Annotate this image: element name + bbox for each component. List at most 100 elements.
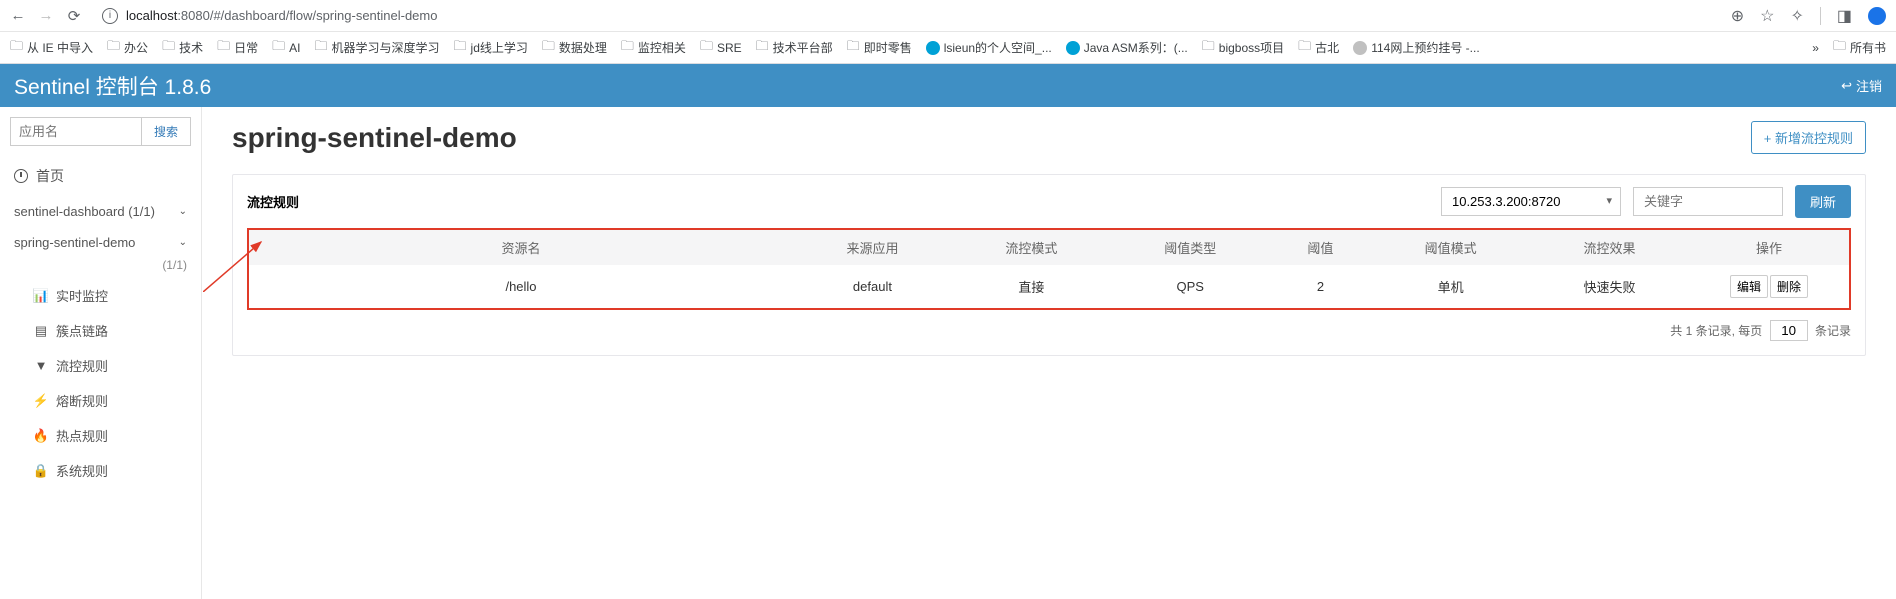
- bookmarks-bar: 🗀从 IE 中导入 🗀办公 🗀技术 🗀日常 🗀AI 🗀机器学习与深度学习 🗀jd…: [0, 32, 1896, 64]
- folder-icon: 🗀: [847, 37, 860, 59]
- main-content: spring-sentinel-demo + 新增流控规则 流控规则 10.25…: [202, 107, 1896, 599]
- cell-ops: 编辑删除: [1689, 265, 1849, 308]
- folder-icon: 🗀: [1298, 37, 1311, 59]
- flow-rule-panel: 流控规则 10.253.3.200:8720 刷新 资源名 来: [232, 174, 1866, 356]
- folder-icon: 🗀: [1833, 37, 1846, 59]
- bookmark-item[interactable]: 🗀机器学习与深度学习: [314, 37, 439, 59]
- bookmark-item[interactable]: 🗀从 IE 中导入: [10, 37, 93, 59]
- bookmark-item[interactable]: Java ASM系列：(...: [1066, 39, 1188, 56]
- submenu-system[interactable]: 🔒系统规则: [0, 453, 201, 488]
- machine-select[interactable]: 10.253.3.200:8720: [1441, 187, 1621, 216]
- sidepanel-icon[interactable]: ◨: [1837, 6, 1852, 26]
- star-icon[interactable]: ☆: [1760, 6, 1774, 26]
- bookmark-item[interactable]: 🗀监控相关: [621, 37, 686, 59]
- page-size-input[interactable]: [1770, 320, 1808, 341]
- bookmark-item[interactable]: 🗀SRE: [700, 37, 742, 59]
- sidebar-app-demo[interactable]: spring-sentinel-demo ⌄: [0, 227, 201, 258]
- col-ops: 操作: [1689, 230, 1849, 265]
- submenu-realtime[interactable]: 📊实时监控: [0, 278, 201, 313]
- profile-icon[interactable]: [1868, 7, 1886, 25]
- bookmark-item[interactable]: 🗀技术平台部: [756, 37, 833, 59]
- submenu-degrade[interactable]: ⚡熔断规则: [0, 383, 201, 418]
- refresh-button[interactable]: 刷新: [1795, 185, 1851, 218]
- sidebar-app-demo-count: (1/1): [0, 258, 201, 278]
- lock-icon: 🔒: [34, 463, 48, 479]
- search-input[interactable]: [11, 118, 141, 145]
- panel-title: 流控规则: [247, 192, 299, 211]
- search-button[interactable]: 搜索: [141, 118, 190, 145]
- chevron-down-icon: ⌄: [179, 237, 187, 248]
- site-icon: [926, 41, 940, 55]
- sidebar-app-dashboard[interactable]: sentinel-dashboard (1/1) ⌄: [0, 196, 201, 227]
- submenu-flow[interactable]: ▼流控规则: [0, 348, 201, 383]
- bookmark-overflow[interactable]: »: [1812, 41, 1819, 55]
- app-search: 搜索: [10, 117, 191, 146]
- app-title: Sentinel 控制台 1.8.6: [14, 71, 211, 101]
- pager-text-post: 条记录: [1815, 324, 1851, 338]
- pagination: 共 1 条记录, 每页 条记录: [247, 310, 1851, 341]
- address-bar[interactable]: i localhost:8080/#/dashboard/flow/spring…: [94, 8, 1719, 24]
- col-type: 阈值类型: [1111, 230, 1270, 265]
- col-tmode: 阈值模式: [1371, 230, 1530, 265]
- url-text: localhost:8080/#/dashboard/flow/spring-s…: [126, 8, 437, 23]
- site-info-icon[interactable]: i: [102, 8, 118, 24]
- clock-icon: [14, 169, 28, 183]
- bookmark-item[interactable]: 🗀日常: [217, 37, 258, 59]
- chart-icon: 📊: [34, 288, 48, 304]
- folder-icon: 🗀: [272, 37, 285, 59]
- submenu-param[interactable]: 🔥热点规则: [0, 418, 201, 453]
- folder-icon: 🗀: [314, 37, 327, 59]
- logout-button[interactable]: ↩ 注销: [1841, 76, 1882, 95]
- fire-icon: 🔥: [34, 428, 48, 444]
- bookmark-item[interactable]: 🗀古北: [1298, 37, 1339, 59]
- folder-icon: 🗀: [107, 37, 120, 59]
- site-icon: [1353, 41, 1367, 55]
- col-mode: 流控模式: [952, 230, 1111, 265]
- bookmark-item[interactable]: 🗀bigboss项目: [1202, 37, 1284, 59]
- keyword-input[interactable]: [1633, 187, 1783, 216]
- forward-icon[interactable]: →: [38, 7, 54, 24]
- chevron-down-icon: ⌄: [179, 206, 187, 217]
- sidebar-home[interactable]: 首页: [0, 156, 201, 196]
- bookmark-item[interactable]: 🗀jd线上学习: [454, 37, 528, 59]
- divider: [1820, 7, 1821, 25]
- cell-effect: 快速失败: [1530, 265, 1689, 308]
- back-icon[interactable]: ←: [10, 7, 26, 24]
- flow-rule-table: 资源名 来源应用 流控模式 阈值类型 阈值 阈值模式 流控效果 操作: [249, 230, 1849, 308]
- submenu-cluster[interactable]: ▤簇点链路: [0, 313, 201, 348]
- pager-text-pre: 共 1 条记录, 每页: [1670, 324, 1762, 338]
- bookmark-item[interactable]: 🗀数据处理: [542, 37, 607, 59]
- cell-mode: 直接: [952, 265, 1111, 308]
- col-app: 来源应用: [793, 230, 952, 265]
- site-icon: [1066, 41, 1080, 55]
- bookmark-item[interactable]: 🗀AI: [272, 37, 300, 59]
- list-icon: ▤: [34, 323, 48, 339]
- folder-icon: 🗀: [700, 37, 713, 59]
- col-resource: 资源名: [249, 230, 793, 265]
- cell-type: QPS: [1111, 265, 1270, 308]
- reload-icon[interactable]: ⟳: [66, 7, 82, 25]
- bookmark-item[interactable]: 🗀即时零售: [847, 37, 912, 59]
- bookmark-all[interactable]: 🗀所有书: [1833, 37, 1886, 59]
- cell-threshold: 2: [1270, 265, 1372, 308]
- bookmark-item[interactable]: lsieun的个人空间_...: [926, 39, 1052, 56]
- col-threshold: 阈值: [1270, 230, 1372, 265]
- bookmark-item[interactable]: 🗀办公: [107, 37, 148, 59]
- table-row: /hello default 直接 QPS 2 单机 快速失败 编辑删除: [249, 265, 1849, 308]
- delete-button[interactable]: 删除: [1770, 275, 1808, 298]
- add-rule-button[interactable]: + 新增流控规则: [1751, 121, 1866, 154]
- filter-icon: ▼: [34, 358, 48, 373]
- browser-nav-bar: ← → ⟳ i localhost:8080/#/dashboard/flow/…: [0, 0, 1896, 32]
- sidebar-home-label: 首页: [36, 166, 64, 186]
- logout-icon: ↩: [1841, 78, 1852, 94]
- cell-resource: /hello: [249, 265, 793, 308]
- search-icon[interactable]: ⊕: [1731, 6, 1744, 26]
- cell-tmode: 单机: [1371, 265, 1530, 308]
- extensions-icon[interactable]: ✧: [1790, 6, 1803, 26]
- bookmark-item[interactable]: 114网上预约挂号 -...: [1353, 39, 1479, 56]
- folder-icon: 🗀: [756, 37, 769, 59]
- bookmark-item[interactable]: 🗀技术: [162, 37, 203, 59]
- folder-icon: 🗀: [10, 37, 23, 59]
- edit-button[interactable]: 编辑: [1730, 275, 1768, 298]
- cell-app: default: [793, 265, 952, 308]
